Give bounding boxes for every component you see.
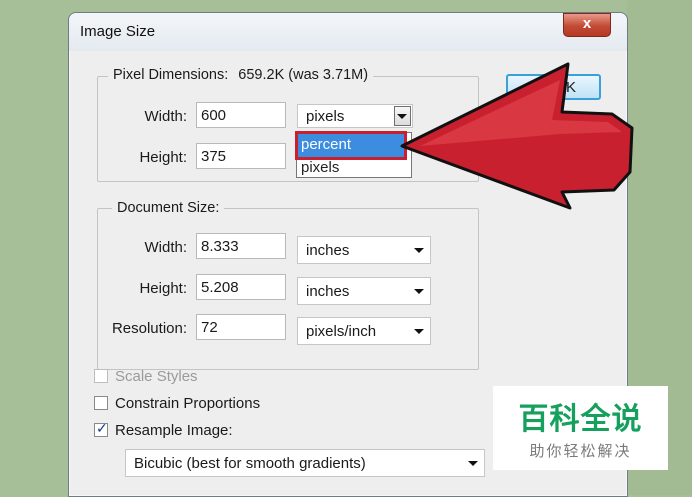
watermark-title: 百科全说: [518, 403, 643, 436]
watermark-subtitle: 助你轻松解决: [529, 443, 632, 460]
watermark-logo: 百科全说 助你轻松解决: [493, 386, 668, 470]
